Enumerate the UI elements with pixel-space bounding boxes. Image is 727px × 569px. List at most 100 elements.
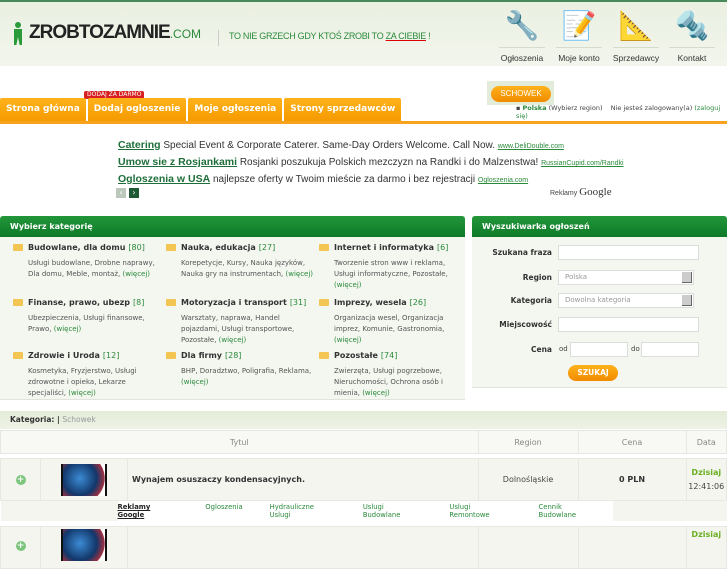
search-button[interactable]: SZUKAJ — [568, 365, 618, 381]
more-link[interactable]: (więcej) — [285, 270, 313, 278]
google-ads-label[interactable]: Reklamy Google — [118, 503, 179, 519]
schowek-button[interactable]: SCHOWEK — [491, 86, 551, 102]
phrase-row: Szukana fraza — [472, 245, 727, 261]
category-heading[interactable]: Budowlane, dla domu [80] — [13, 240, 163, 254]
category-count: [28] — [225, 350, 242, 360]
nav-ogloszenia[interactable]: 🔧 Ogłoszenia — [496, 8, 548, 63]
category-heading[interactable]: Motoryzacja i transport [31] — [166, 295, 316, 309]
region-select[interactable]: Polska — [558, 270, 694, 285]
city-row: Miejscowość — [472, 317, 727, 333]
more-link[interactable]: (więcej) — [122, 270, 150, 278]
listing-thumbnail[interactable] — [61, 463, 107, 496]
category-heading[interactable]: Zdrowie i Uroda [12] — [13, 348, 163, 362]
google-link[interactable]: Uslugi Budowlane — [363, 503, 423, 519]
category-heading[interactable]: Pozostałe [74] — [319, 348, 459, 362]
ads-by-google[interactable]: Reklamy Google — [550, 186, 612, 198]
col-title[interactable]: Tytul — [0, 430, 479, 454]
category-item: Internet i informatyka [6] Tworzenie stron… — [319, 240, 459, 291]
add-cell: + — [0, 458, 41, 501]
tab-home[interactable]: Strona główna — [0, 98, 86, 121]
google-link[interactable]: Hydrauliczne Uslugi — [270, 503, 336, 519]
folder-icon — [319, 351, 329, 359]
tab-underline — [0, 121, 727, 124]
slogan: TO NIE GRZECH GDY KTOŚ ZROBI TO ZA CIEBI… — [229, 31, 431, 41]
more-link[interactable]: (więcej) — [362, 389, 390, 397]
tab-add-ad[interactable]: Dodaj ogloszenie — [87, 98, 187, 121]
category-item: Budowlane, dla domu [80] Usługi budowlane,… — [13, 240, 163, 280]
more-link[interactable]: (więcej) — [54, 325, 82, 333]
tab-my-ads[interactable]: Moje ogłoszenia — [188, 98, 283, 121]
category-heading[interactable]: Dla firmy [28] — [166, 348, 316, 362]
ad-url[interactable]: RussianCupid.com/Randki — [541, 160, 623, 167]
category-heading[interactable]: Imprezy, wesela [26] — [319, 295, 459, 309]
ad-title[interactable]: Ogloszenia w USA — [118, 173, 210, 185]
drafting-icon: 📐 — [618, 9, 654, 42]
more-link[interactable]: (więcej) — [68, 389, 96, 397]
category-heading[interactable]: Nauka, edukacja [27] — [166, 240, 316, 254]
category-name[interactable]: Budowlane, dla domu — [28, 243, 125, 252]
google-links-cell: Reklamy Google Ogloszenia Hydrauliczne U… — [0, 500, 727, 521]
nav-sprzedawcy[interactable]: 📐 Sprzedawcy — [610, 8, 662, 63]
more-link[interactable]: (więcej) — [334, 281, 362, 289]
category-heading[interactable]: Finanse, prawo, ubezp [8] — [13, 295, 163, 309]
ad-title[interactable]: Umow sie z Rosjankami — [118, 156, 237, 168]
google-links: Reklamy Google Ogloszenia Hydrauliczne U… — [117, 501, 613, 521]
category-name[interactable]: Finanse, prawo, ubezp — [28, 298, 130, 307]
col-region[interactable]: Region — [477, 430, 579, 454]
category-name[interactable]: Zdrowie i Uroda — [28, 351, 100, 360]
ad-url[interactable]: www.DeliDouble.com — [498, 143, 564, 150]
field-label: Kategoria — [510, 296, 552, 305]
nav-moje-konto[interactable]: 📝 Moje konto — [553, 8, 605, 63]
category-heading[interactable]: Internet i informatyka [6] — [319, 240, 459, 254]
breadcrumb-current[interactable]: Schowek — [62, 415, 95, 424]
city-input[interactable] — [558, 317, 699, 332]
listing-title[interactable]: Wynajem osuszaczy kondensacyjnych. — [127, 458, 479, 501]
category-desc[interactable]: Tworzenie stron www i reklama, Usługi in… — [334, 259, 448, 278]
price-from-input[interactable] — [570, 342, 628, 357]
table-row[interactable]: + Dzisiaj — [0, 525, 727, 569]
nav-label: Kontakt — [677, 53, 707, 63]
google-link[interactable]: Ogloszenia — [205, 503, 242, 519]
category-count: [27] — [258, 242, 276, 252]
ad-title[interactable]: Catering — [118, 139, 161, 151]
more-link[interactable]: (więcej) — [334, 336, 362, 344]
category-name[interactable]: Dla firmy — [181, 351, 222, 360]
google-link[interactable]: Cennik Budowlane — [539, 503, 601, 519]
category-desc[interactable]: Ubezpieczenia, Usługi finansowe, Prawo, — [28, 314, 145, 333]
category-name[interactable]: Pozostałe — [334, 351, 378, 360]
nav-kontakt[interactable]: 🔩 Kontakt — [666, 8, 718, 63]
category-name[interactable]: Internet i informatyka — [334, 243, 434, 252]
category-name[interactable]: Imprezy, wesela — [334, 298, 407, 307]
google-logo: Google — [579, 186, 612, 198]
category-name[interactable]: Motoryzacja i transport — [181, 298, 287, 307]
chevron-left-icon[interactable]: ‹ — [116, 188, 126, 198]
chevron-right-icon[interactable]: › — [129, 188, 139, 198]
plus-icon[interactable]: + — [15, 474, 26, 485]
field-label: Szukana fraza — [492, 248, 552, 257]
price-to-input[interactable] — [641, 342, 699, 357]
col-price[interactable]: Cena — [577, 430, 687, 454]
phrase-input[interactable] — [558, 245, 699, 260]
folder-icon — [13, 243, 23, 251]
category-name[interactable]: Nauka, edukacja — [181, 243, 256, 252]
tab-seller-pages[interactable]: Strony sprzedawców — [284, 98, 402, 121]
thumb-cell — [40, 458, 128, 501]
category-item: Pozostałe [74] Zwierzęta, Usługi pogrzebow… — [319, 348, 459, 399]
date-time: 12:41:06 — [688, 481, 725, 491]
panel-title: Wyszukiwarka ogłoszeń — [472, 216, 727, 237]
more-link[interactable]: (więcej) — [181, 378, 209, 386]
ad-url[interactable]: Ogloszenia.com — [478, 177, 528, 184]
google-link[interactable]: Uslugi Remontowe — [449, 503, 511, 519]
category-select[interactable]: Dowolna kategoria — [558, 293, 694, 308]
main-tabs: Strona główna Dodaj ogloszenie Moje ogło… — [0, 98, 403, 121]
table-row[interactable]: + Wynajem osuszaczy kondensacyjnych. Dol… — [0, 458, 727, 501]
more-link[interactable]: (więcej) — [219, 336, 247, 344]
col-date[interactable]: Data — [685, 430, 727, 454]
category-desc[interactable]: Organizacja wesel, Organizacja imprez, K… — [334, 314, 444, 333]
choose-region-link[interactable]: (Wybierz region) — [549, 104, 603, 112]
category-desc[interactable]: BHP, Doradztwo, Poligrafia, Reklama, — [181, 367, 311, 375]
plus-icon[interactable]: + — [15, 540, 26, 551]
logo[interactable]: ZROBTOZAMNIE.COM — [10, 18, 201, 48]
listing-title[interactable] — [127, 525, 479, 569]
ad-text: najlepsze oferty w Twoim mieście za darm… — [212, 174, 476, 185]
